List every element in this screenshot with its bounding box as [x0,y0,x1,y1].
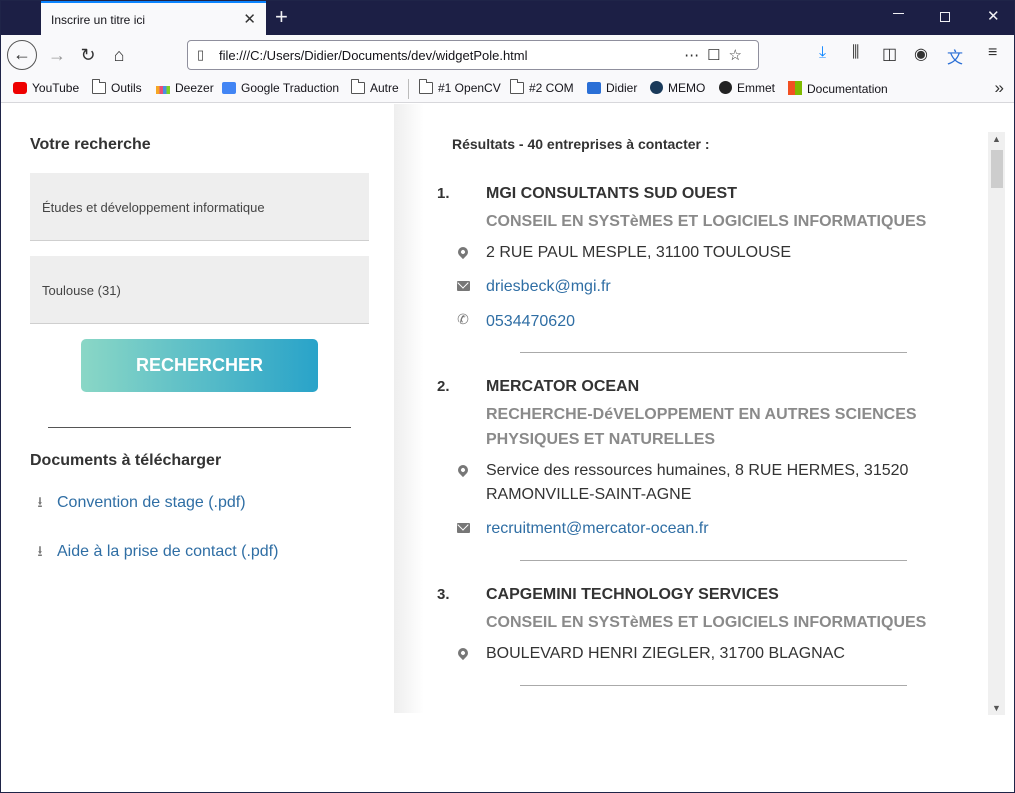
emmet-icon [719,81,732,94]
active-tab[interactable]: Inscrire un titre ici ✕ [41,1,266,35]
search-panel: Votre recherche Études et développement … [1,104,394,713]
company-name: CAPGEMINI TECHNOLOGY SERVICES [486,586,779,603]
company-address: BOULEVARD HENRI ZIEGLER, 31700 BLAGNAC [486,645,845,662]
tab-title: Inscrire un titre ici [51,13,146,27]
microsoft-icon [788,81,802,95]
company-address: 2 RUE PAUL MESPLE, 31100 TOULOUSE [486,244,792,261]
reload-button[interactable]: ↻ [74,41,102,69]
results-scrollbar[interactable]: ▲ ▼ [988,132,1005,715]
bookmark-com[interactable]: #2 COM [510,79,574,95]
bookmark-outils[interactable]: Outils [92,79,142,95]
bookmark-deezer[interactable]: Deezer [156,81,214,95]
search-button[interactable]: RECHERCHER [81,339,318,392]
mail-icon [454,518,472,534]
download-icon: ⭳ [37,494,43,511]
company-activity: CONSEIL EN SYSTèMES ET LOGICIELS INFORMA… [486,213,927,230]
url-bar[interactable]: ▯ file:///C:/Users/Didier/Documents/dev/… [187,40,759,70]
bookmark-opencv[interactable]: #1 OpenCV [419,79,501,95]
documents-heading: Documents à télécharger [30,452,222,469]
result-number: 1. [437,185,450,202]
result-separator [520,685,907,686]
minimize-icon[interactable] [893,13,904,14]
location-pin-icon [454,242,472,260]
mail-icon [454,276,472,292]
bookmark-autre[interactable]: Autre [351,79,399,95]
folder-icon [510,79,524,94]
bookmark-emmet[interactable]: Emmet [719,81,775,95]
tab-bar: Inscrire un titre ici ✕ + ✕ [1,1,1014,35]
bookmark-youtube[interactable]: YouTube [13,81,79,95]
activity-value: Études et développement informatique [42,200,265,215]
bookmarks-overflow-icon[interactable]: » [995,78,1004,98]
new-tab-button[interactable]: + [275,5,288,29]
result-separator [520,560,907,561]
location-field[interactable]: Toulouse (31) [30,256,369,324]
bookmark-documentation[interactable]: Documentation [788,81,888,96]
company-name: MGI CONSULTANTS SUD OUEST [486,185,737,202]
deezer-icon [156,86,170,94]
result-number: 2. [437,378,450,395]
maximize-icon[interactable] [940,12,950,22]
scrollbar-thumb[interactable] [991,150,1003,188]
page-actions-icon[interactable]: ⋯☐☆ [684,46,750,64]
result-separator [520,352,907,353]
phone-icon: ✆ [457,311,469,327]
download-link-convention[interactable]: ⭳ Convention de stage (.pdf) [32,492,245,517]
translate-extension-icon[interactable]: 文 [947,44,963,68]
page-content: Votre recherche Études et développement … [1,104,1014,715]
bookmark-didier[interactable]: Didier [587,81,637,95]
d-logo-icon [587,82,601,94]
menu-icon[interactable]: ≡ [988,44,997,62]
company-activity: CONSEIL EN SYSTèMES ET LOGICIELS INFORMA… [486,614,927,631]
download-link-aide[interactable]: ⭳ Aide à la prise de contact (.pdf) [32,541,278,566]
navigation-bar: ← → ↻ ⌂ ▯ file:///C:/Users/Didier/Docume… [1,35,1014,75]
folder-icon [419,79,433,94]
bookmarks-separator [408,79,409,99]
bookmark-memo[interactable]: MEMO [650,81,705,95]
panel-divider [394,104,424,713]
section-divider [48,427,351,428]
tab-close-icon[interactable]: ✕ [243,10,256,28]
url-text[interactable]: file:///C:/Users/Didier/Documents/dev/wi… [219,48,528,63]
account-icon[interactable]: ◉ [914,44,928,64]
download-icon: ⭳ [37,543,43,560]
company-email-link[interactable]: driesbeck@mgi.fr [486,275,926,299]
folder-icon [92,79,106,94]
sidebar-icon[interactable]: ◫ [882,44,897,64]
library-icon[interactable]: ⫼ [852,44,859,62]
memo-icon [650,81,663,94]
company-email-link[interactable]: recruitment@mercator-ocean.fr [486,517,926,541]
company-name: MERCATOR OCEAN [486,378,640,395]
bookmark-google-traduction[interactable]: Google Traduction [222,81,339,95]
location-pin-icon [454,460,472,478]
results-panel[interactable]: Résultats - 40 entreprises à contacter :… [424,104,989,713]
forward-button[interactable]: → [43,41,71,69]
activity-field[interactable]: Études et développement informatique [30,173,369,241]
browser-window: Inscrire un titre ici ✕ + ✕ ← → ↻ ⌂ ▯ fi… [0,0,1015,793]
scroll-down-icon[interactable]: ▼ [988,703,1005,713]
results-title: Résultats - 40 entreprises à contacter : [452,136,710,152]
back-button[interactable]: ← [7,40,37,70]
google-translate-icon [222,82,236,94]
location-pin-icon [454,643,472,661]
company-address: Service des ressources humaines, 8 RUE H… [486,462,909,503]
search-heading: Votre recherche [30,136,151,153]
home-button[interactable]: ⌂ [105,41,133,69]
downloads-icon[interactable]: ⤓ [819,44,826,62]
location-value: Toulouse (31) [42,283,121,298]
company-phone-link[interactable]: 0534470620 [486,310,926,334]
scroll-up-icon[interactable]: ▲ [988,134,1005,144]
window-close-icon[interactable]: ✕ [987,7,1000,25]
result-number: 3. [437,586,450,603]
page-icon: ▯ [197,47,205,62]
bookmarks-bar: YouTube Outils Deezer Google Traduction … [1,75,1014,103]
folder-icon [351,79,365,94]
company-activity: RECHERCHE-DéVELOPPEMENT EN AUTRES SCIENC… [486,406,917,448]
youtube-icon [13,82,27,94]
